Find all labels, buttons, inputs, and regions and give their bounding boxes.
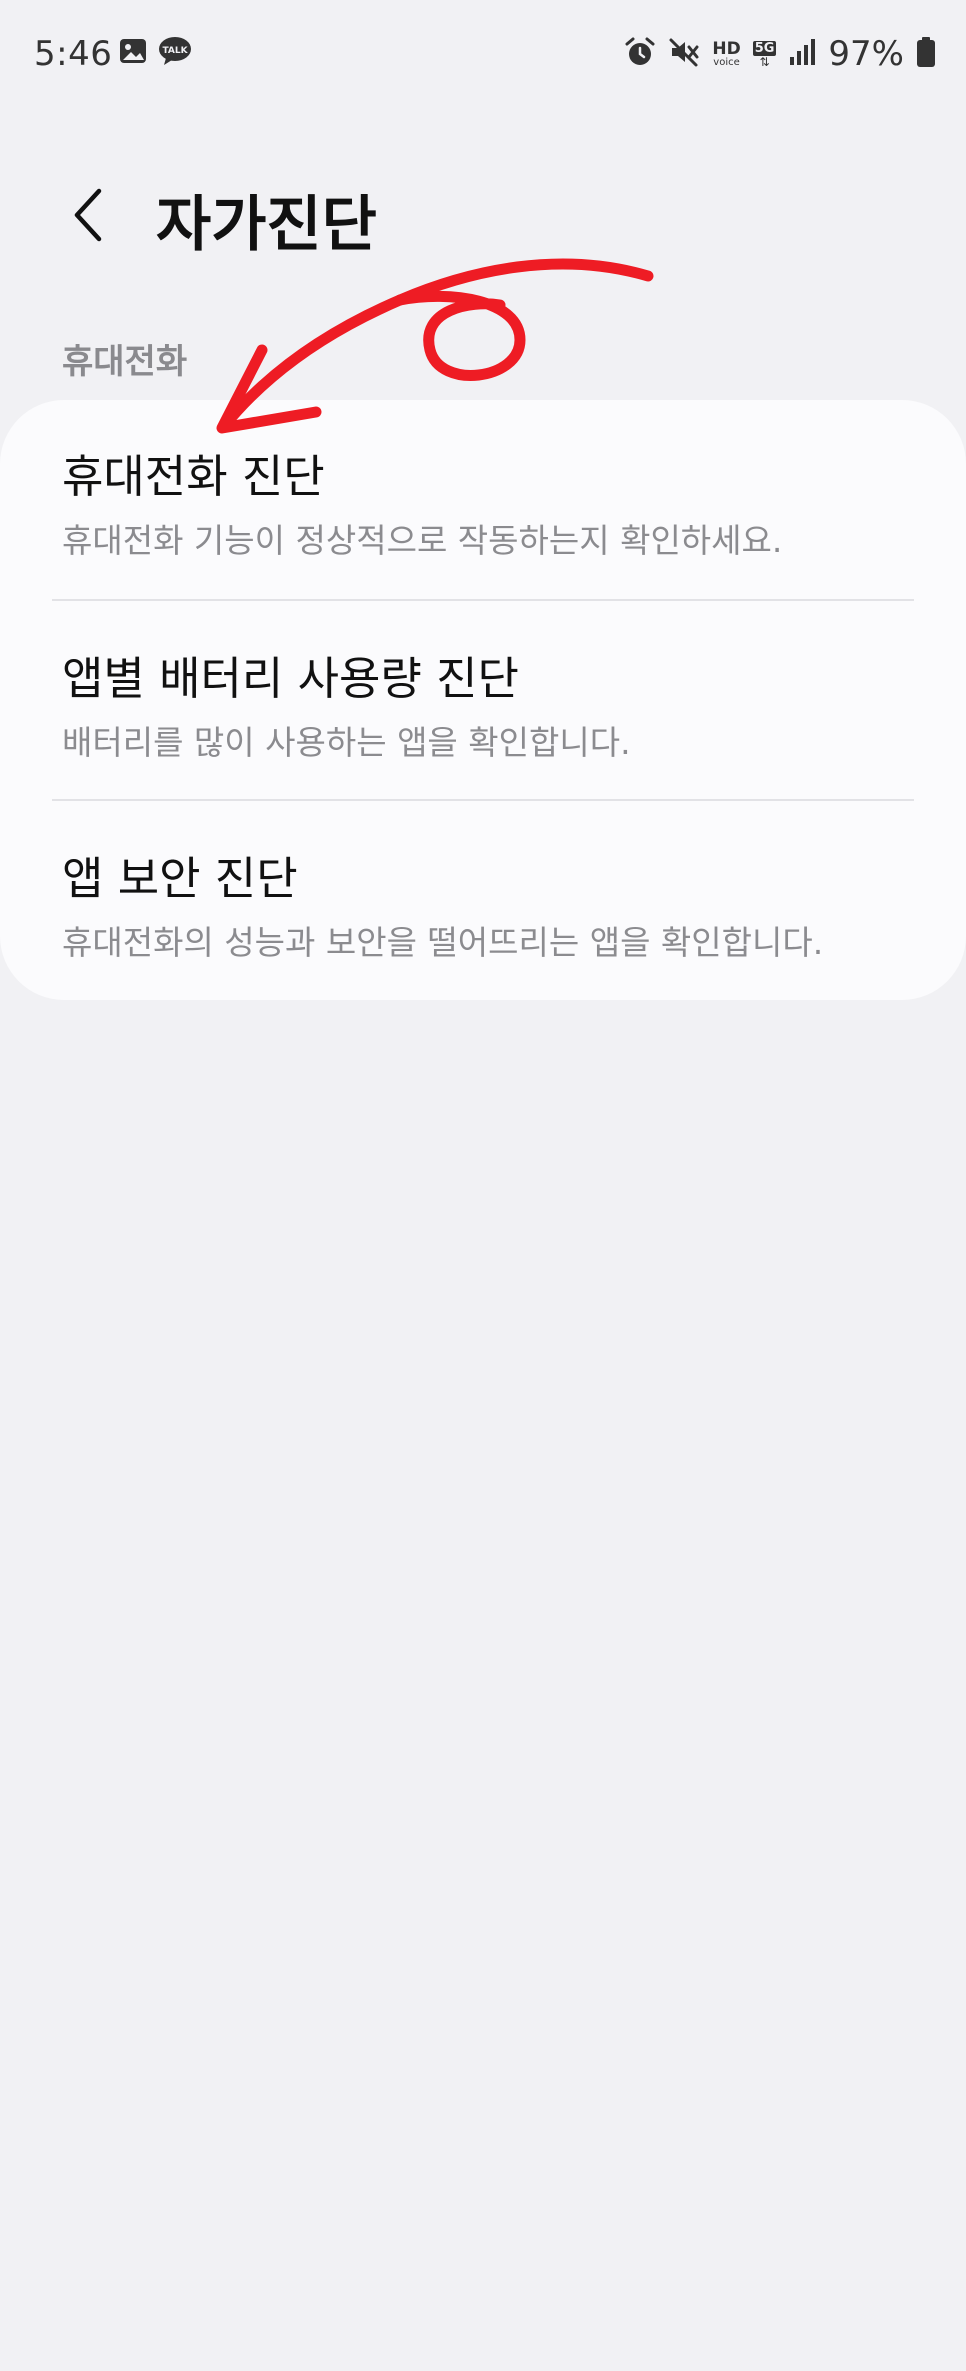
network-label: 5G: [752, 40, 777, 56]
kakaotalk-notification-icon: TALK: [158, 36, 192, 70]
item-subtitle: 배터리를 많이 사용하는 앱을 확인합니다.: [62, 723, 631, 762]
alarm-icon: [624, 36, 656, 72]
list-item-app-security-diagnostics[interactable]: 앱 보안 진단 휴대전화의 성능과 보안을 떨어뜨리는 앱을 확인합니다.: [0, 800, 966, 1000]
item-title: 앱 보안 진단: [62, 852, 298, 905]
item-title: 앱별 배터리 사용량 진단: [62, 652, 519, 705]
data-arrows-icon: ⇅: [759, 54, 770, 69]
status-bar: 5:46 TALK HD voice 5G ⇅ 97%: [0, 0, 966, 110]
section-label: 휴대전화: [62, 342, 188, 382]
list-item-battery-usage-diagnostics[interactable]: 앱별 배터리 사용량 진단 배터리를 많이 사용하는 앱을 확인합니다.: [0, 600, 966, 800]
gallery-notification-icon: [118, 36, 148, 70]
mute-icon: [668, 36, 700, 72]
page-title: 자가진단: [156, 190, 377, 260]
item-subtitle: 휴대전화의 성능과 보안을 떨어뜨리는 앱을 확인합니다.: [62, 923, 824, 962]
battery-percent: 97%: [828, 34, 904, 74]
hd-voice-icon: HD voice: [712, 38, 741, 68]
battery-icon: [916, 36, 936, 72]
network-5g-icon: 5G ⇅: [752, 40, 777, 69]
list-item-phone-diagnostics[interactable]: 휴대전화 진단 휴대전화 기능이 정상적으로 작동하는지 확인하세요.: [0, 400, 966, 600]
hd-label: HD: [712, 38, 741, 59]
notification-icons: TALK: [118, 36, 192, 70]
back-button[interactable]: [58, 182, 118, 252]
signal-icon: [788, 37, 816, 71]
item-title: 휴대전화 진단: [62, 450, 325, 503]
chevron-left-icon: [71, 187, 105, 247]
svg-text:TALK: TALK: [162, 46, 188, 56]
voice-label: voice: [713, 56, 740, 68]
item-subtitle: 휴대전화 기능이 정상적으로 작동하는지 확인하세요.: [62, 521, 783, 560]
system-status-icons: HD voice 5G ⇅ 97%: [624, 34, 936, 74]
diagnostics-card: 휴대전화 진단 휴대전화 기능이 정상적으로 작동하는지 확인하세요. 앱별 배…: [0, 400, 966, 1000]
status-time: 5:46: [34, 34, 113, 74]
app-header: 자가진단: [0, 160, 966, 270]
